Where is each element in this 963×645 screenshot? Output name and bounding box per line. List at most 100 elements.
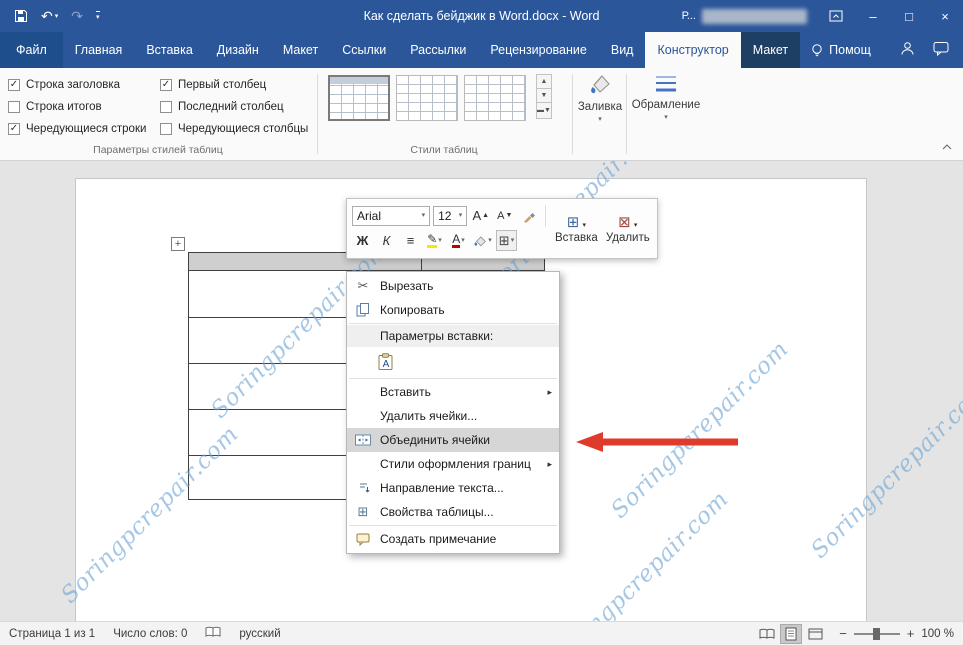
font-name-combo[interactable]: Arial ▾ [352,205,431,226]
font-size-combo[interactable]: 12 ▾ [433,205,468,226]
zoom-out-button[interactable]: − [839,626,847,641]
save-icon [15,10,27,22]
borders-grid-icon: ⊞ [498,232,510,248]
alignment-button[interactable]: ≡ [400,230,421,251]
zoom-in-button[interactable]: + [907,626,915,641]
menu-item-border-styles[interactable]: Стили оформления границ ▸ [347,452,559,476]
menu-item-delete-cells[interactable]: Удалить ячейки... [347,404,559,428]
checkbox-last-column[interactable]: Последний столбец [160,99,284,114]
print-layout-button[interactable] [780,623,803,644]
borders-mini-button[interactable]: ⊞ ▾ [496,230,517,251]
bold-button[interactable]: Ж [352,230,373,251]
tab-table-design[interactable]: Конструктор [645,32,741,68]
arrow-up-icon: ▲ [482,212,490,219]
menu-item-copy[interactable]: Копировать [347,298,559,322]
insert-table-button[interactable]: ⊞ ▾ Вставка [552,204,600,254]
tab-references[interactable]: Ссылки [330,32,398,68]
redo-button[interactable]: ↷ [71,9,83,23]
tab-design[interactable]: Дизайн [205,32,271,68]
menu-paste-option-keep-source[interactable]: A [347,347,559,377]
menu-item-merge-cells[interactable]: Объединить ячейки [347,428,559,452]
checkbox-banded-rows[interactable]: ✓ Чередующиеся строки [8,121,146,136]
table-style-thumbnail-selected[interactable] [328,75,390,121]
comments-button[interactable] [933,41,949,59]
close-button[interactable]: × [927,0,963,32]
checkbox-total-row[interactable]: Строка итогов [8,99,102,114]
menu-item-new-comment[interactable]: Создать примечание [347,527,559,551]
tab-home[interactable]: Главная [63,32,135,68]
checkbox-label: Первый столбец [178,78,267,91]
merge-cells-icon [353,434,373,446]
gallery-down-button[interactable]: ▼ [536,88,552,103]
tab-view[interactable]: Вид [599,32,646,68]
chevron-down-icon: ▾ [488,237,492,244]
menu-item-text-direction[interactable]: Направление текста... [347,476,559,500]
menu-item-table-properties[interactable]: ⊞ Свойства таблицы... [347,500,559,524]
zoom-slider-thumb[interactable] [872,627,880,640]
tab-mailings[interactable]: Рассылки [398,32,478,68]
checkbox-label: Строка заголовка [26,78,121,91]
checkbox-icon: ✓ [8,122,20,135]
language-indicator[interactable]: русский [239,628,280,640]
gallery-up-button[interactable]: ▲ [536,74,552,89]
zoom-level[interactable]: 100 % [921,628,954,640]
gallery-more-button[interactable]: ▬▼ [536,102,552,119]
titlebar-right: Р... – □ × [682,0,963,32]
shading-button[interactable]: Заливка ▾ [576,72,624,123]
checkbox-label: Чередующиеся столбцы [178,122,309,135]
grow-font-button[interactable]: А ▲ [470,205,491,226]
read-mode-button[interactable] [756,624,778,644]
tab-layout[interactable]: Макет [271,32,330,68]
table-style-thumbnail[interactable] [396,75,458,121]
tab-review[interactable]: Рецензирование [478,32,599,68]
tab-insert[interactable]: Вставка [134,32,204,68]
checkbox-first-column[interactable]: ✓ Первый столбец [160,77,266,92]
tab-file[interactable]: Файл [0,32,63,68]
menu-item-label: Объединить ячейки [380,433,490,447]
ribbon-display-options-button[interactable] [821,0,851,32]
border-styles-icon [656,76,676,92]
view-switcher [756,623,826,644]
menu-separator [349,378,557,379]
print-layout-icon [785,627,797,640]
table-move-handle[interactable]: + [171,237,185,251]
table-style-thumbnail[interactable] [464,75,526,121]
chevron-down-icon: ▾ [458,212,463,219]
shrink-font-button[interactable]: А ▼ [494,205,515,226]
menu-item-label: Стили оформления границ [380,457,531,471]
borders-button[interactable]: Обрамление ▾ [630,72,702,121]
statusbar: Страница 1 из 1 Число слов: 0 русский − [0,621,963,645]
collapse-ribbon-button[interactable] [941,142,953,154]
save-button[interactable] [14,9,28,23]
font-color-button[interactable]: А ▾ [448,230,469,251]
checkbox-banded-columns[interactable]: Чередующиеся столбцы [160,121,308,136]
format-painter-button[interactable] [518,205,539,226]
web-layout-button[interactable] [804,624,826,644]
minimize-button[interactable]: – [855,0,891,32]
mini-toolbar: Arial ▾ 12 ▾ А ▲ А ▼ ⊞ ▾ Вставка ⊠ ▾ Уда… [346,198,658,259]
customize-quick-access-button[interactable]: ▾ [95,11,100,21]
sign-in-button[interactable] [900,41,915,59]
highlight-color-button[interactable]: ✎ ▾ [424,230,445,251]
menu-item-cut[interactable]: ✂ Вырезать [347,274,559,298]
checkbox-header-row[interactable]: ✓ Строка заголовка [8,77,120,92]
zoom-slider[interactable] [853,627,900,640]
chevron-down-icon: ▾ [664,114,668,121]
ribbon: ✓ Строка заголовка Строка итогов ✓ Черед… [0,68,963,161]
text-direction-icon [353,482,373,495]
maximize-button[interactable]: □ [891,0,927,32]
new-comment-icon [353,533,373,546]
delete-table-button[interactable]: ⊠ ▾ Удалить [604,204,652,254]
checkbox-label: Последний столбец [178,100,284,113]
undo-button[interactable]: ↶ ▾ [41,9,58,23]
proofing-button[interactable] [205,626,221,641]
submenu-arrow-icon: ▸ [547,386,552,397]
tab-table-layout[interactable]: Макет [740,32,801,68]
titlebar: ↶ ▾ ↷ ▾ Как сделать бейджик в Word.docx … [0,0,963,32]
page-indicator[interactable]: Страница 1 из 1 [9,628,95,640]
menu-item-insert[interactable]: Вставить ▸ [347,380,559,404]
shading-mini-button[interactable]: ▾ [472,230,493,251]
tell-me-box[interactable]: Помощ [800,32,881,68]
word-count[interactable]: Число слов: 0 [113,628,187,640]
italic-button[interactable]: К [376,230,397,251]
